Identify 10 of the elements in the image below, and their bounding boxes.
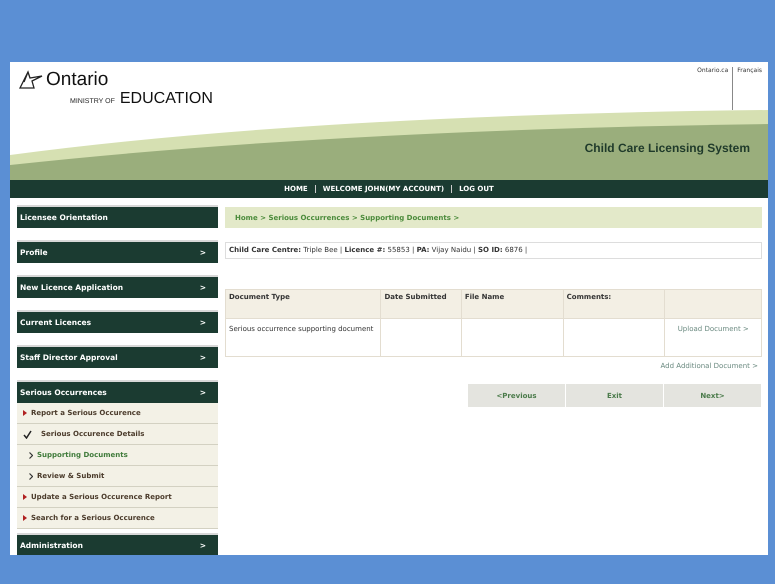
chevron-icon [29, 452, 33, 458]
logo-text: Ontario [46, 70, 108, 90]
bullet-triangle-icon [23, 410, 27, 416]
check-icon [23, 430, 32, 438]
chevron-icon [29, 472, 33, 480]
bullet-triangle-icon [23, 515, 27, 521]
bullet-triangle-icon [23, 494, 27, 500]
trillium-logo-icon [18, 70, 44, 90]
ministry-name: EDUCATION [120, 90, 213, 108]
system-title: Child Care Licensing System [584, 141, 750, 155]
